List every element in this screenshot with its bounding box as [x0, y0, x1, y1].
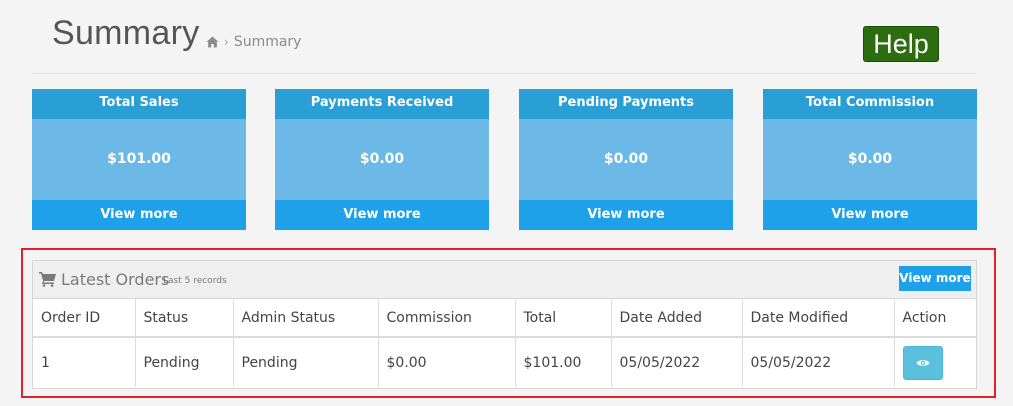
card-view-more-link[interactable]: View more [275, 200, 489, 230]
card-value: $101.00 [32, 119, 246, 200]
card-title: Total Sales [32, 89, 246, 119]
card-view-more-link[interactable]: View more [763, 200, 977, 230]
card-value: $0.00 [519, 119, 733, 200]
summary-cards: Total Sales $101.00 View more Payments R… [32, 89, 978, 230]
help-button[interactable]: Help [863, 26, 939, 62]
cell-order-id: 1 [33, 337, 136, 387]
cell-commission: $0.00 [378, 337, 516, 387]
card-value: $0.00 [763, 119, 977, 200]
page-header: Summary › Summary Help [32, 0, 976, 74]
home-icon[interactable] [206, 36, 219, 48]
cell-admin-status: Pending [233, 337, 379, 387]
view-more-orders-button[interactable]: View more [899, 266, 971, 291]
column-header[interactable]: Admin Status [233, 299, 379, 338]
breadcrumb-item-summary: Summary [233, 34, 302, 50]
column-header[interactable]: Date Added [611, 299, 743, 338]
column-header[interactable]: Commission [378, 299, 516, 338]
card-title: Pending Payments [519, 89, 733, 119]
panel-subtitle: Last 5 records [163, 276, 227, 286]
breadcrumb-separator: › [224, 35, 229, 49]
card-view-more-link[interactable]: View more [32, 200, 246, 230]
orders-table: Order ID Status Admin Status Commission … [33, 299, 976, 387]
cell-action [894, 337, 976, 387]
table-header-row: Order ID Status Admin Status Commission … [33, 299, 976, 338]
card-view-more-link[interactable]: View more [519, 200, 733, 230]
latest-orders-panel: Latest Orders Last 5 records View more O… [32, 260, 977, 389]
card-title: Total Commission [763, 89, 977, 119]
eye-icon [916, 359, 929, 366]
table-row: 1 Pending Pending $0.00 $101.00 05/05/20… [33, 337, 976, 387]
page-title: Summary [52, 14, 200, 52]
cell-total: $101.00 [515, 337, 612, 387]
column-header: Action [894, 299, 976, 338]
column-header[interactable]: Total [515, 299, 612, 338]
card-pending-payments: Pending Payments $0.00 View more [519, 89, 733, 230]
cell-status: Pending [135, 337, 234, 387]
card-payments-received: Payments Received $0.00 View more [275, 89, 489, 230]
panel-header: Latest Orders Last 5 records View more [33, 261, 976, 299]
card-total-commission: Total Commission $0.00 View more [763, 89, 977, 230]
shopping-cart-icon [39, 272, 56, 287]
card-title: Payments Received [275, 89, 489, 119]
column-header[interactable]: Status [135, 299, 234, 338]
card-total-sales: Total Sales $101.00 View more [32, 89, 246, 230]
card-value: $0.00 [275, 119, 489, 200]
breadcrumb: › Summary [206, 34, 301, 50]
view-order-button[interactable] [902, 345, 943, 380]
cell-date-modified: 05/05/2022 [742, 337, 895, 387]
column-header[interactable]: Order ID [33, 299, 136, 338]
panel-title: Latest Orders [61, 270, 170, 289]
cell-date-added: 05/05/2022 [611, 337, 743, 387]
column-header[interactable]: Date Modified [742, 299, 895, 338]
